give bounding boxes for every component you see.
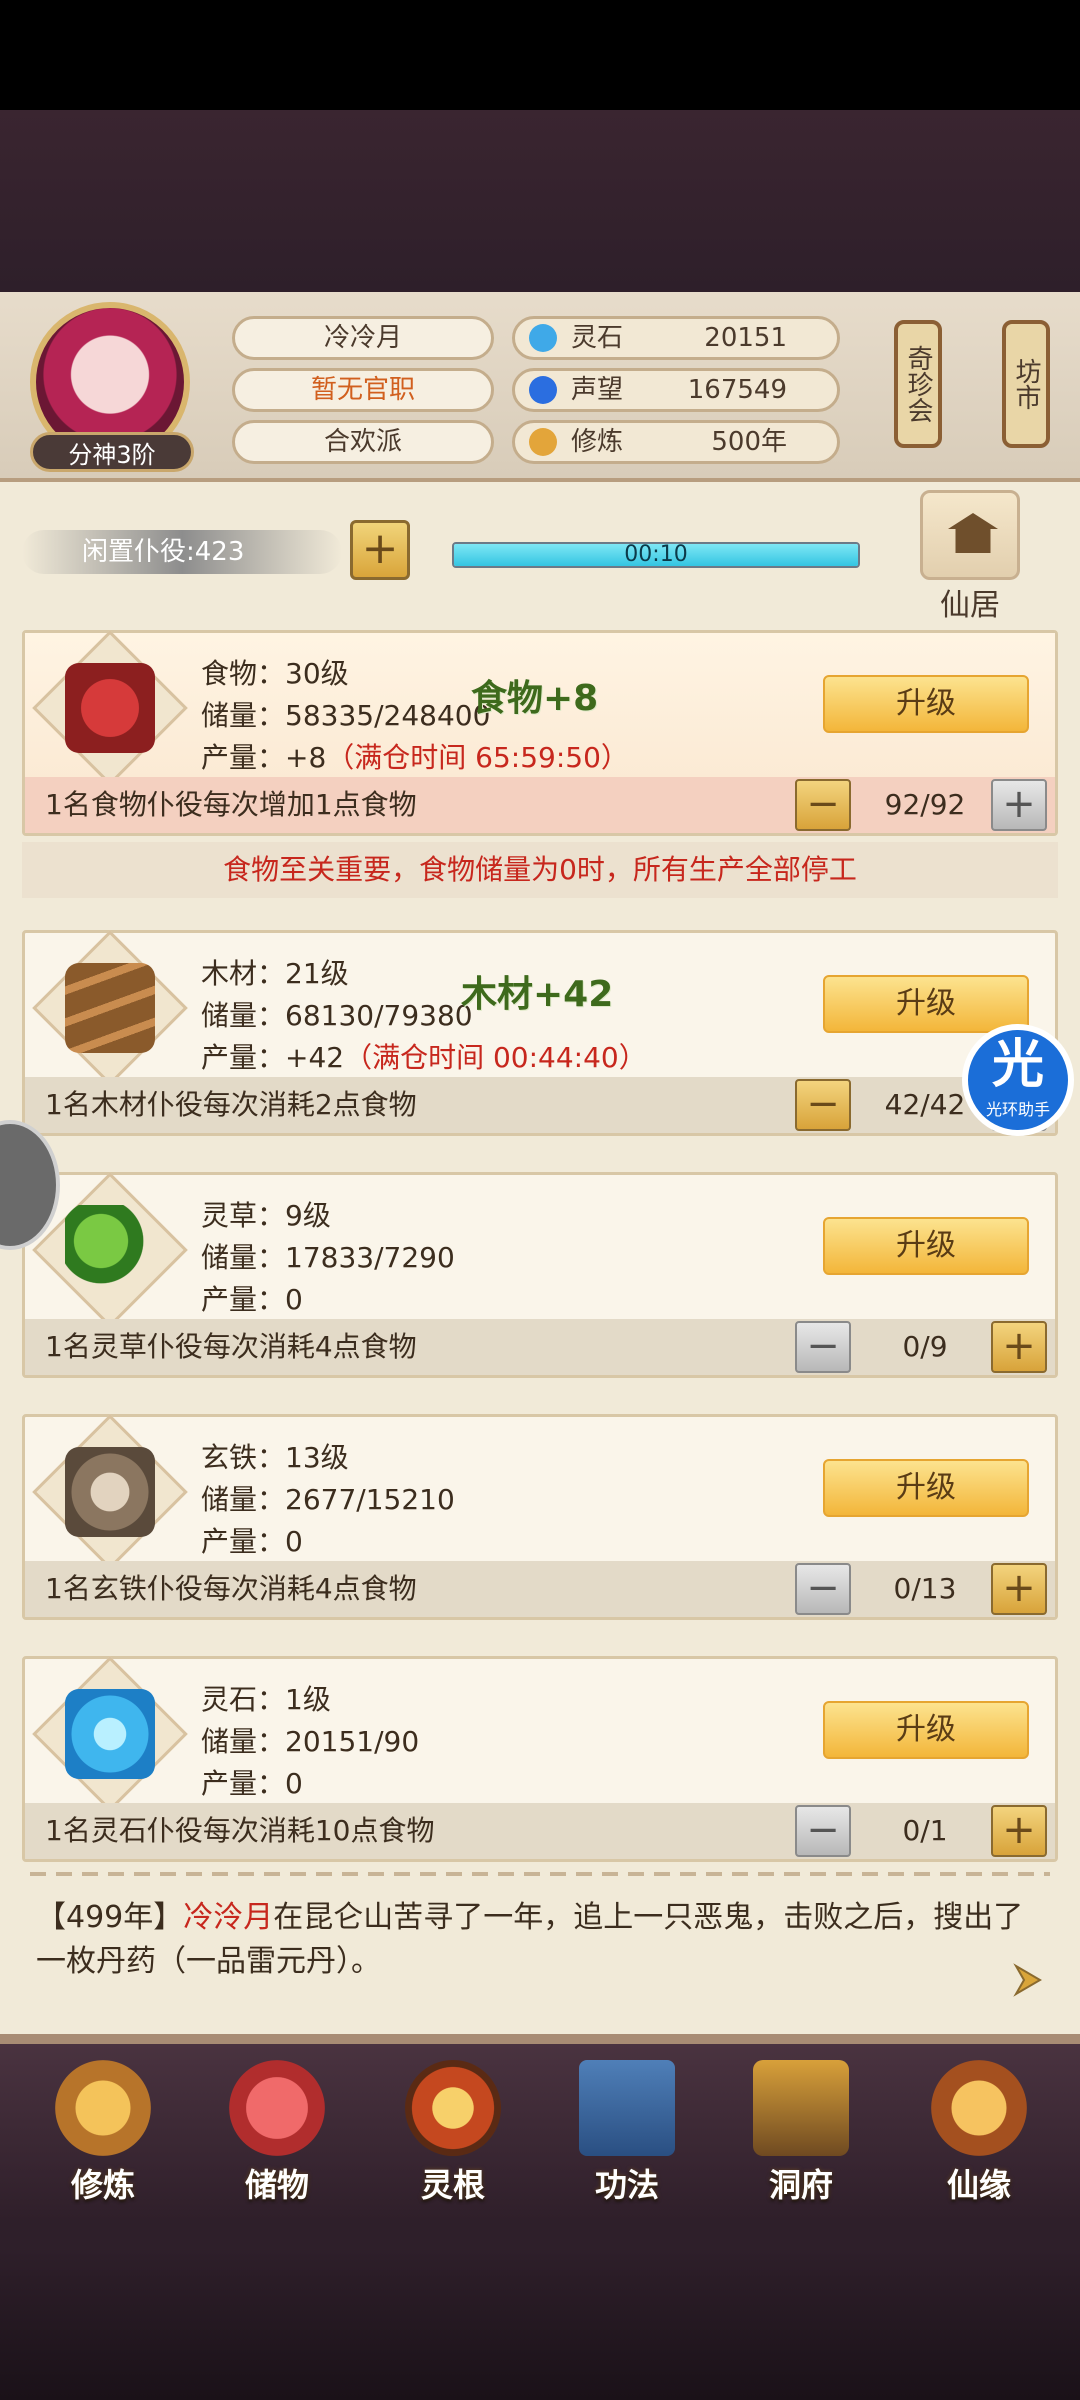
next-arrow-icon[interactable] (1008, 1960, 1048, 2000)
book-icon (579, 2060, 675, 2156)
wood-gain-popup: 木材+42 (461, 974, 614, 1015)
halo-assistant-button[interactable]: 光 光环助手 (962, 1024, 1074, 1136)
upgrade-iron-button[interactable]: 升级 (823, 1459, 1029, 1517)
log-name: 冷泠月 (183, 1900, 274, 1935)
iron-plus-button[interactable]: + (991, 1563, 1047, 1615)
herb-level: 灵草：9级 (201, 1199, 331, 1232)
herb-storage: 储量：17833/7290 (201, 1241, 455, 1274)
food-plus-button[interactable]: + (991, 779, 1047, 831)
nav-cultivation[interactable]: 修炼 (28, 2060, 178, 2210)
herb-plus-button[interactable]: + (991, 1321, 1047, 1373)
iron-storage: 储量：2677/15210 (201, 1483, 455, 1516)
office-title: 暂无官职 (232, 368, 494, 412)
herb-count: 0/9 (902, 1330, 948, 1363)
servant-timer-bar: 00:10 (452, 542, 860, 568)
food-full-time: （满仓时间 65:59:50） (326, 741, 629, 774)
treasure-fair-button[interactable]: 奇珍会 (894, 320, 942, 448)
iron-ore-icon (65, 1447, 155, 1537)
iron-level: 玄铁：13级 (201, 1441, 349, 1474)
nav-cave[interactable]: 洞府 (726, 2060, 876, 2210)
resource-cultivation: 修炼 500年 (512, 420, 840, 464)
wood-minus-button[interactable]: − (795, 1079, 851, 1131)
idle-servants-label: 闲置仆役:423 (22, 530, 342, 574)
xianju-button[interactable]: 仙居 (900, 490, 1040, 623)
production-card-food: 食物：30级 储量：58335/248400 产量：+8（满仓时间 65:59:… (22, 630, 1058, 836)
wood-logs-icon (65, 963, 155, 1053)
meat-icon (65, 663, 155, 753)
rank-badge: 分神3阶 (30, 432, 194, 472)
divider (30, 1872, 1050, 1876)
market-button[interactable]: 坊市 (1002, 320, 1050, 448)
spirit-stone-icon (529, 324, 557, 352)
meditation-nav-icon (55, 2060, 151, 2156)
stone-count: 0/1 (902, 1814, 948, 1847)
food-warning: 食物至关重要，食物储量为0时，所有生产全部停工 (22, 842, 1058, 898)
cave-palace-icon (753, 2060, 849, 2156)
food-gain-popup: 食物+8 (471, 678, 599, 719)
timer-text: 00:10 (624, 542, 688, 567)
pavilion-icon (920, 490, 1020, 580)
stone-output: 产量：0 (201, 1767, 303, 1800)
nav-techniques[interactable]: 功法 (552, 2060, 702, 2210)
upgrade-wood-button[interactable]: 升级 (823, 975, 1029, 1033)
iron-output: 产量：0 (201, 1525, 303, 1558)
spirit-root-icon (405, 2060, 501, 2156)
stone-desc: 1名灵石仆役每次消耗10点食物 (45, 1814, 435, 1847)
upgrade-food-button[interactable]: 升级 (823, 675, 1029, 733)
production-card-spirit-stone: 灵石：1级 储量：20151/90 产量：0 升级 1名灵石仆役每次消耗10点食… (22, 1656, 1058, 1862)
wood-output: 产量：+42 (201, 1041, 345, 1074)
upgrade-stone-button[interactable]: 升级 (823, 1701, 1029, 1759)
production-card-wood: 木材：21级 储量：68130/79380 产量：+42（满仓时间 00:44:… (22, 930, 1058, 1136)
crystal-icon (65, 1689, 155, 1779)
production-card-herb: 灵草：9级 储量：17833/7290 产量：0 升级 1名灵草仆役每次消耗4点… (22, 1172, 1058, 1378)
bag-icon (229, 2060, 325, 2156)
nav-storage[interactable]: 储物 (202, 2060, 352, 2210)
stone-minus-button[interactable]: − (795, 1805, 851, 1857)
iron-minus-button[interactable]: − (795, 1563, 851, 1615)
herb-icon (65, 1205, 155, 1295)
food-output: 产量：+8 (201, 741, 327, 774)
gourd-icon (931, 2060, 1027, 2156)
production-card-iron: 玄铁：13级 储量：2677/15210 产量：0 升级 1名玄铁仆役每次消耗4… (22, 1414, 1058, 1620)
stone-plus-button[interactable]: + (991, 1805, 1047, 1857)
stone-level: 灵石：1级 (201, 1683, 331, 1716)
player-name: 冷冷月 (232, 316, 494, 360)
sect-name: 合欢派 (232, 420, 494, 464)
nav-spirit-root[interactable]: 灵根 (378, 2060, 528, 2210)
iron-count: 0/13 (893, 1572, 957, 1605)
herb-desc: 1名灵草仆役每次消耗4点食物 (45, 1330, 417, 1363)
nav-fate[interactable]: 仙缘 (904, 2060, 1054, 2210)
wood-desc: 1名木材仆役每次消耗2点食物 (45, 1088, 417, 1121)
food-minus-button[interactable]: − (795, 779, 851, 831)
upgrade-herb-button[interactable]: 升级 (823, 1217, 1029, 1275)
resource-reputation: 声望 167549 (512, 368, 840, 412)
food-count: 92/92 (884, 788, 966, 821)
herb-minus-button[interactable]: − (795, 1321, 851, 1373)
food-desc: 1名食物仆役每次增加1点食物 (45, 788, 417, 821)
iron-desc: 1名玄铁仆役每次消耗4点食物 (45, 1572, 417, 1605)
resource-spirit-stone: 灵石 20151 (512, 316, 840, 360)
event-log: 【499年】冷泠月在昆仑山苦寻了一年，追上一只恶鬼，击败之后，搜出了一枚丹药（一… (36, 1896, 1036, 1984)
stone-storage: 储量：20151/90 (201, 1725, 420, 1758)
herb-output: 产量：0 (201, 1283, 303, 1316)
add-servant-button[interactable]: + (350, 520, 410, 580)
log-year: 【499年】 (36, 1900, 184, 1935)
wood-full-time: （满仓时间 00:44:40） (344, 1041, 647, 1074)
meditation-icon (529, 428, 557, 456)
reputation-icon (529, 376, 557, 404)
